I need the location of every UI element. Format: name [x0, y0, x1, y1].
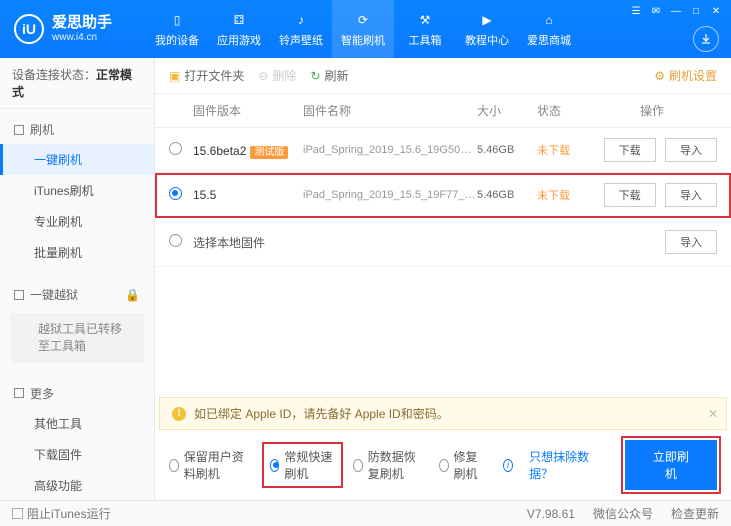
section-icon: [14, 125, 24, 135]
apple-id-warning: ! 如已绑定 Apple ID，请先备好 Apple ID和密码。 ✕: [159, 397, 727, 430]
minimize-button[interactable]: —: [667, 4, 685, 18]
brand: iU 爱思助手 www.i4.cn: [0, 14, 126, 44]
block-itunes-checkbox[interactable]: 阻止iTunes运行: [12, 505, 111, 522]
window-controls: ☰ ✉ — □ ✕: [627, 4, 725, 18]
beta-badge: 测试版: [250, 146, 288, 159]
flash-mode-radio[interactable]: [353, 459, 363, 472]
firmware-radio[interactable]: [169, 142, 182, 155]
connection-status: 设备连接状态：正常模式: [0, 58, 154, 109]
nav-label: 铃声壁纸: [279, 32, 323, 48]
download-button[interactable]: 下载: [604, 138, 656, 162]
firmware-name: iPad_Spring_2019_15.5_19F77_Restore.ipsw: [303, 189, 477, 201]
import-button[interactable]: 导入: [665, 183, 717, 207]
sidebar-item[interactable]: 其他工具: [0, 408, 154, 439]
section-icon: [14, 290, 24, 300]
warning-icon: !: [172, 407, 186, 421]
phone-icon: ▯: [168, 11, 186, 29]
import-button[interactable]: 导入: [665, 138, 717, 162]
sidebar-item[interactable]: 批量刷机: [0, 237, 154, 268]
sidebar-item[interactable]: 一键刷机: [0, 144, 154, 175]
download-manager-button[interactable]: [693, 26, 719, 52]
feedback-icon[interactable]: ✉: [647, 4, 665, 18]
statusbar: 阻止iTunes运行 V7.98.61 微信公众号 检查更新: [0, 500, 731, 526]
firmware-size: 5.46GB: [477, 189, 537, 201]
nav-tab-ringtone[interactable]: ♪ 铃声壁纸: [270, 0, 332, 58]
firmware-row[interactable]: 15.6beta2测试版 iPad_Spring_2019_15.6_19G50…: [155, 128, 731, 173]
shop-icon: ⌂: [540, 11, 558, 29]
erase-only-link[interactable]: 只想抹除数据？: [529, 448, 593, 482]
tutorial-icon: ▶: [478, 11, 496, 29]
open-folder-button[interactable]: ▣打开文件夹: [169, 67, 244, 84]
nav-label: 应用游戏: [217, 32, 261, 48]
check-update-link[interactable]: 检查更新: [671, 505, 719, 522]
firmware-status: 未下载: [537, 187, 587, 203]
main-panel: ▣打开文件夹 ⊖删除 ↻刷新 ⚙刷机设置 固件版本 固件名称 大小 状态 操作 …: [155, 58, 731, 500]
firmware-radio[interactable]: [169, 187, 182, 200]
nav-tab-shop[interactable]: ⌂ 爱思商城: [518, 0, 580, 58]
sidebar-section-head[interactable]: 刷机: [0, 115, 154, 144]
sidebar-item[interactable]: 专业刷机: [0, 206, 154, 237]
nav-label: 爱思商城: [527, 32, 571, 48]
info-icon[interactable]: i: [503, 459, 513, 472]
flash-icon: ⟳: [354, 11, 372, 29]
brand-title: 爱思助手: [52, 15, 112, 32]
import-local-button[interactable]: 导入: [665, 230, 717, 254]
firmware-status: 未下载: [537, 142, 587, 158]
wechat-link[interactable]: 微信公众号: [593, 505, 653, 522]
sidebar-item[interactable]: 高级功能: [0, 470, 154, 500]
firmware-name: iPad_Spring_2019_15.6_19G5037d_Restore.i…: [303, 144, 477, 156]
flash-mode-radio[interactable]: [169, 459, 179, 472]
select-local-firmware-row: 选择本地固件 导入: [155, 218, 731, 267]
ringtone-icon: ♪: [292, 11, 310, 29]
firmware-row[interactable]: 15.5 iPad_Spring_2019_15.5_19F77_Restore…: [155, 173, 731, 218]
sidebar-item[interactable]: iTunes刷机: [0, 175, 154, 206]
flash-mode-bar: 保留用户资料刷机常规快速刷机防数据恢复刷机修复刷机 i 只想抹除数据？ 立即刷机: [155, 430, 731, 500]
sidebar-section-head[interactable]: 一键越狱🔒: [0, 280, 154, 309]
nav-tab-toolbox[interactable]: ⚒ 工具箱: [394, 0, 456, 58]
logo-icon: iU: [14, 14, 44, 44]
brand-url: www.i4.cn: [52, 32, 112, 43]
flash-mode-option[interactable]: 保留用户资料刷机: [169, 448, 252, 482]
toolbox-icon: ⚒: [416, 11, 434, 29]
version-label: V7.98.61: [527, 507, 575, 521]
nav-tab-tutorial[interactable]: ▶ 教程中心: [456, 0, 518, 58]
local-firmware-radio[interactable]: [169, 234, 182, 247]
warning-close-button[interactable]: ✕: [708, 407, 718, 421]
nav-label: 我的设备: [155, 32, 199, 48]
nav-label: 智能刷机: [341, 32, 385, 48]
maximize-button[interactable]: □: [687, 4, 705, 18]
apps-icon: ⚃: [230, 11, 248, 29]
table-header: 固件版本 固件名称 大小 状态 操作: [155, 94, 731, 128]
sidebar-note: 越狱工具已转移至工具箱: [10, 313, 144, 363]
menu-icon[interactable]: ☰: [627, 4, 645, 18]
close-button[interactable]: ✕: [707, 4, 725, 18]
flash-mode-option[interactable]: 修复刷机: [439, 448, 487, 482]
nav-label: 教程中心: [465, 32, 509, 48]
refresh-button[interactable]: ↻刷新: [310, 67, 348, 84]
flash-mode-radio[interactable]: [439, 459, 449, 472]
sidebar-section-head[interactable]: 更多: [0, 379, 154, 408]
lock-icon: 🔒: [125, 288, 140, 302]
nav-tab-apps[interactable]: ⚃ 应用游戏: [208, 0, 270, 58]
firmware-size: 5.46GB: [477, 144, 537, 156]
sidebar-item[interactable]: 下载固件: [0, 439, 154, 470]
nav-tab-flash[interactable]: ⟳ 智能刷机: [332, 0, 394, 58]
flash-mode-radio[interactable]: [270, 459, 280, 472]
flash-now-button[interactable]: 立即刷机: [625, 440, 717, 490]
flash-mode-option[interactable]: 防数据恢复刷机: [353, 448, 427, 482]
flash-mode-option[interactable]: 常规快速刷机: [264, 444, 341, 486]
toolbar: ▣打开文件夹 ⊖删除 ↻刷新 ⚙刷机设置: [155, 58, 731, 94]
nav-tab-phone[interactable]: ▯ 我的设备: [146, 0, 208, 58]
titlebar: iU 爱思助手 www.i4.cn ▯ 我的设备 ⚃ 应用游戏 ♪ 铃声壁纸 ⟳ 智能刷机 ⚒ 工…: [0, 0, 731, 58]
delete-button: ⊖删除: [258, 67, 296, 84]
download-button[interactable]: 下载: [604, 183, 656, 207]
nav-label: 工具箱: [409, 32, 442, 48]
sidebar: 设备连接状态：正常模式 刷机一键刷机iTunes刷机专业刷机批量刷机一键越狱🔒 越…: [0, 58, 155, 500]
section-icon: [14, 388, 24, 398]
flash-settings-button[interactable]: ⚙刷机设置: [654, 67, 717, 84]
